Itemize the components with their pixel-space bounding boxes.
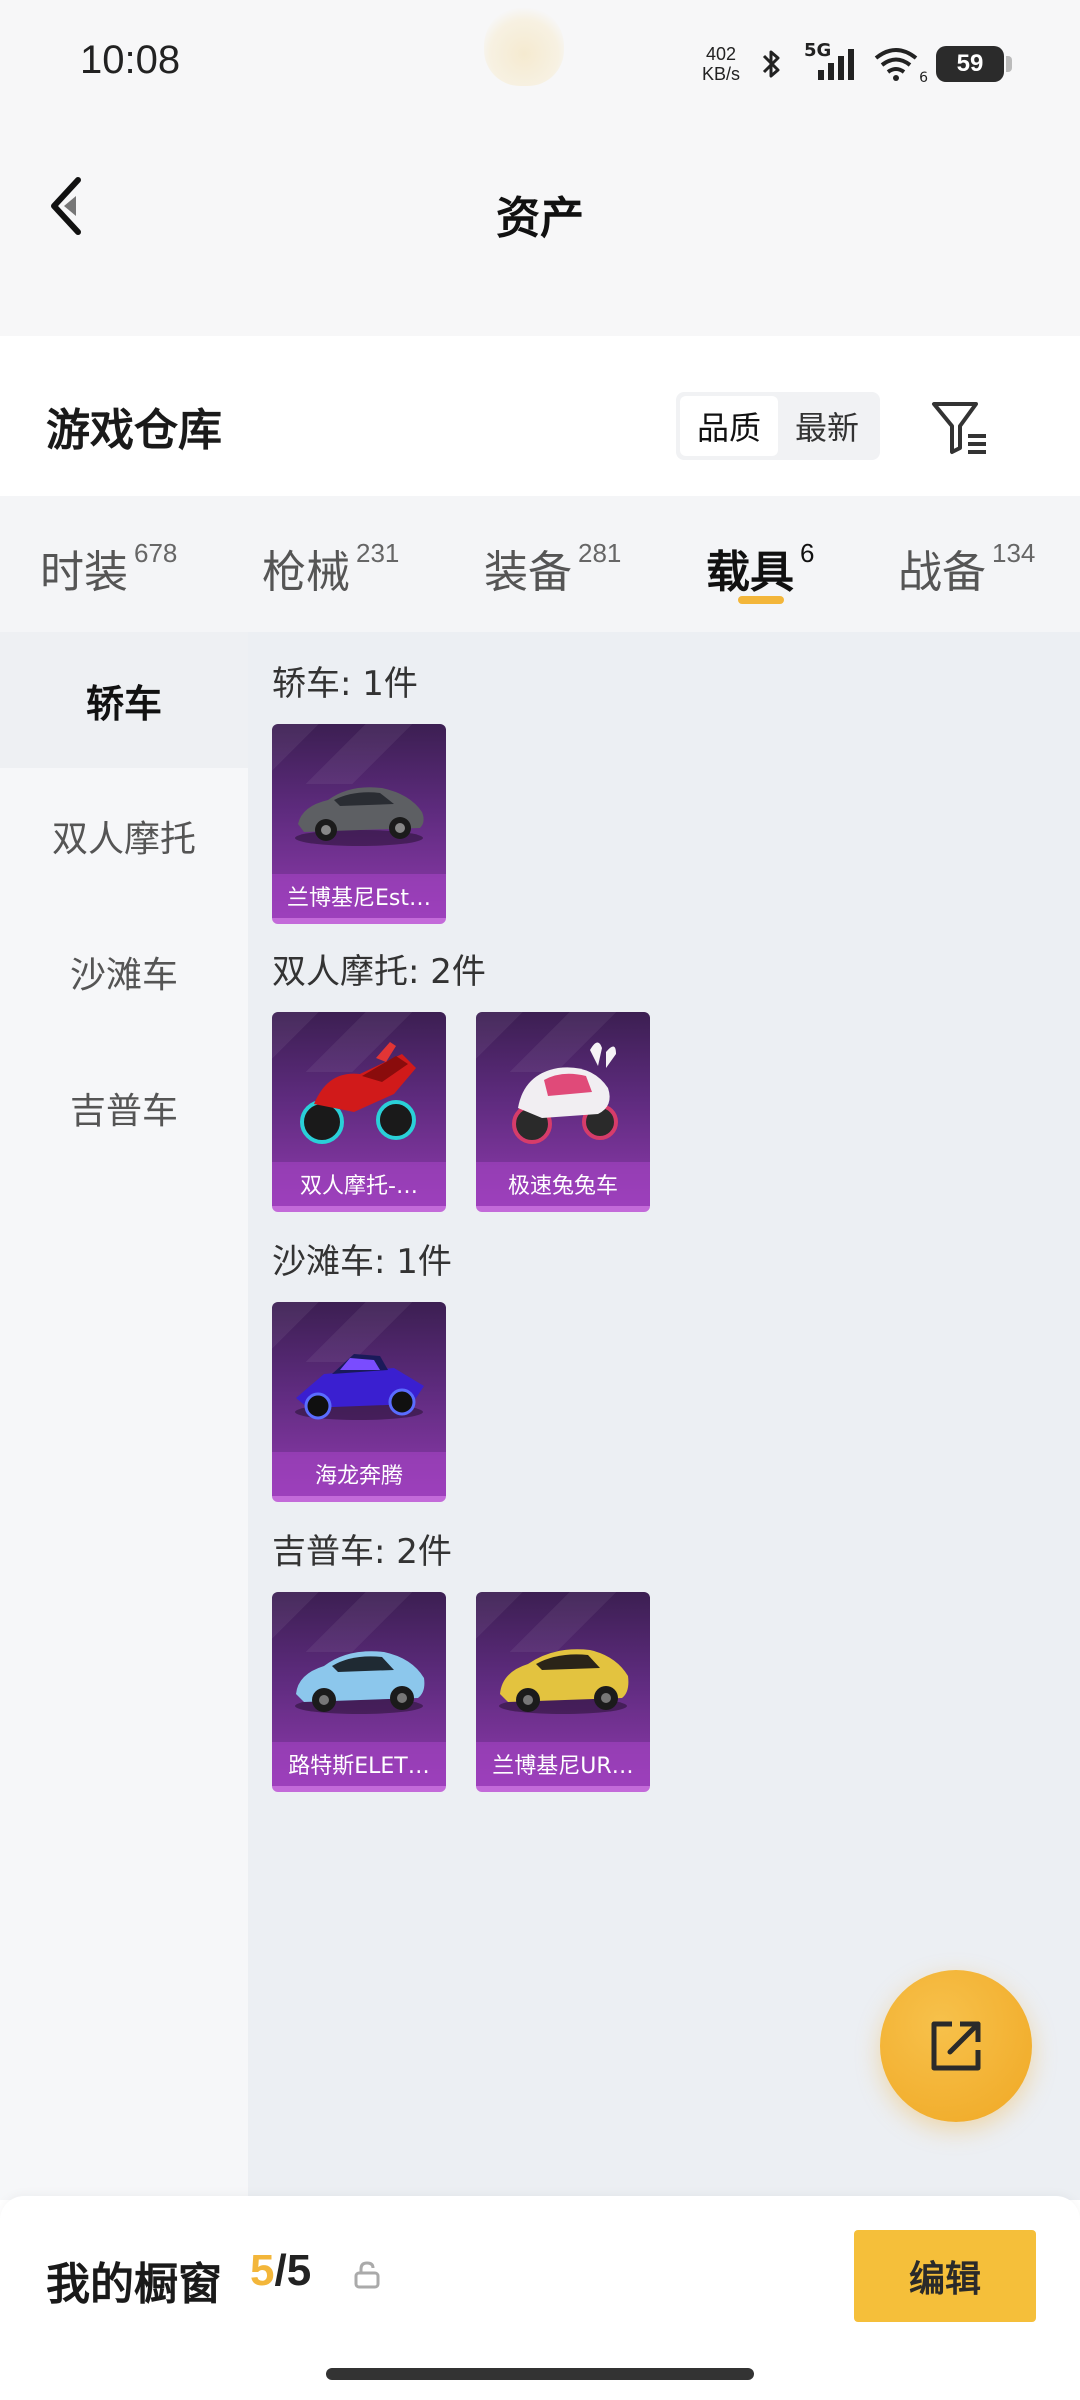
filter-icon	[932, 402, 986, 454]
status-bar: 10:08 402 KB/s 5G 6 59	[0, 0, 1080, 120]
group-title-motorcycle: 双人摩托: 2件	[272, 952, 486, 992]
tab-supplies[interactable]: 战备 134	[898, 536, 1035, 600]
showcase-current: 5	[250, 2246, 275, 2295]
showcase-title: 我的橱窗	[46, 2259, 222, 2310]
showcase-count: 5/5	[250, 2246, 311, 2296]
signal-label: 5G	[804, 40, 832, 61]
active-tab-indicator	[738, 596, 784, 604]
group-title-sedan: 轿车: 1件	[272, 664, 418, 704]
warehouse-header: 游戏仓库 品质 最新	[0, 336, 1080, 496]
tab-count: 678	[134, 538, 178, 568]
sidebar-item-jeep[interactable]: 吉普车	[0, 1040, 248, 1176]
net-speed-value: 402	[705, 44, 737, 64]
vehicle-name: 兰博基尼Est…	[272, 874, 446, 918]
suv-yellow-icon	[499, 1649, 629, 1714]
status-icons: 402 KB/s 5G 6 59	[702, 38, 1012, 90]
header: 资产	[0, 120, 1080, 336]
sidebar-item-buggy[interactable]: 沙滩车	[0, 904, 248, 1040]
tab-label: 时装	[40, 547, 128, 598]
tab-count: 281	[578, 538, 622, 568]
tab-count: 231	[356, 538, 400, 568]
tab-count: 134	[992, 538, 1036, 568]
showcase-bar: 我的橱窗 5/5 编辑	[0, 2196, 1080, 2400]
vehicle-name: 兰博基尼UR…	[476, 1742, 650, 1786]
group-title-jeep: 吉普车: 2件	[272, 1532, 452, 1572]
vehicle-card[interactable]: 兰博基尼UR…	[476, 1592, 650, 1792]
tab-vehicles[interactable]: 载具 6	[706, 536, 814, 600]
vehicle-name: 路特斯ELET…	[272, 1742, 446, 1786]
tab-label: 战备	[898, 547, 986, 598]
tab-label: 枪械	[262, 547, 350, 598]
sort-quality-option[interactable]: 品质	[680, 396, 778, 456]
sort-toggle: 品质 最新	[676, 392, 880, 460]
share-external-icon	[931, 2021, 981, 2071]
tab-label: 载具	[706, 547, 794, 598]
vehicle-card[interactable]: 兰博基尼Est…	[272, 724, 446, 924]
bluetooth-icon	[754, 46, 790, 82]
bunny-motorcycle-icon	[512, 1042, 618, 1144]
net-speed: 402 KB/s	[702, 44, 740, 84]
group-title-buggy: 沙滩车: 1件	[272, 1242, 452, 1282]
tab-label: 装备	[484, 547, 572, 598]
tab-firearms[interactable]: 枪械 231	[262, 536, 399, 600]
vehicle-card[interactable]: 双人摩托-…	[272, 1012, 446, 1212]
sidebar-item-motorcycle[interactable]: 双人摩托	[0, 768, 248, 904]
flame-watermark-icon	[484, 6, 564, 86]
sedan-car-icon	[295, 787, 424, 846]
status-time: 10:08	[80, 38, 181, 82]
category-tabs: 时装 678 枪械 231 装备 281 载具 6 战备 134	[0, 496, 1080, 632]
showcase-total: 5	[286, 2246, 312, 2295]
tab-equipment[interactable]: 装备 281	[484, 536, 621, 600]
buggy-icon	[295, 1354, 424, 1420]
home-indicator[interactable]	[326, 2368, 754, 2380]
page-title: 资产	[496, 193, 584, 244]
vehicle-name: 极速兔兔车	[476, 1162, 650, 1206]
edit-button[interactable]: 编辑	[854, 2230, 1036, 2322]
net-speed-unit: KB/s	[701, 64, 740, 84]
vehicle-type-sidebar: 轿车 双人摩托 沙滩车 吉普车	[0, 632, 248, 2200]
filter-button[interactable]	[930, 398, 990, 458]
warehouse-title: 游戏仓库	[46, 405, 222, 456]
vehicle-name: 双人摩托-…	[272, 1162, 446, 1206]
sort-latest-option[interactable]: 最新	[778, 396, 876, 456]
vehicle-list: 轿车: 1件 兰博基尼Est… 双人摩托: 2件 双人摩托-… 极速兔兔车 沙滩…	[248, 632, 1080, 2200]
share-button[interactable]	[880, 1970, 1032, 2122]
vehicle-card[interactable]: 海龙奔腾	[272, 1302, 446, 1502]
wifi-badge: 6	[919, 70, 928, 86]
lock-icon	[354, 2261, 380, 2289]
tab-count: 6	[800, 538, 815, 568]
suv-blue-icon	[295, 1651, 425, 1714]
wifi-icon: 6	[870, 46, 928, 86]
tab-fashion[interactable]: 时装 678	[40, 536, 177, 600]
showcase-separator: /	[274, 2246, 287, 2295]
vehicle-card[interactable]: 路特斯ELET…	[272, 1592, 446, 1792]
motorcycle-icon	[300, 1042, 416, 1144]
vehicle-name: 海龙奔腾	[272, 1452, 446, 1496]
sidebar-item-sedan[interactable]: 轿车	[0, 632, 248, 768]
cellular-signal-icon: 5G	[804, 40, 856, 82]
battery-indicator: 59	[936, 46, 1012, 82]
vehicle-card[interactable]: 极速兔兔车	[476, 1012, 650, 1212]
